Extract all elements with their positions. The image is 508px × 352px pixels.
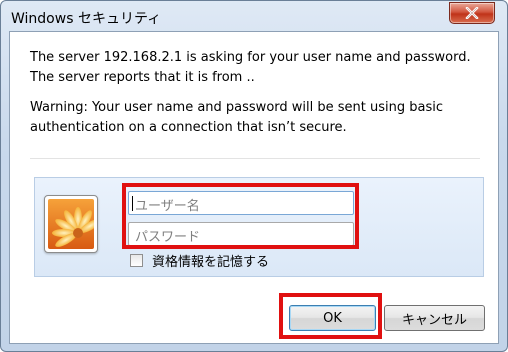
- close-icon: [465, 7, 479, 19]
- remember-checkbox[interactable]: [130, 254, 143, 267]
- title-bar: Windows セキュリティ: [1, 1, 507, 31]
- flower-user-tile-icon: [48, 199, 94, 249]
- divider: [30, 158, 480, 159]
- server-message: The server 192.168.2.1 is asking for you…: [30, 50, 471, 85]
- security-dialog: Windows セキュリティ The server 192.168.2.1 is…: [0, 0, 508, 352]
- close-button[interactable]: [449, 2, 495, 24]
- dialog-body: The server 192.168.2.1 is asking for you…: [9, 31, 499, 344]
- cancel-button[interactable]: キャンセル: [384, 305, 485, 331]
- user-tile: [44, 195, 98, 253]
- remember-label: 資格情報を記憶する: [152, 255, 270, 270]
- credential-panel: ユーザー名 パスワード 資格情報を記憶する: [34, 177, 484, 277]
- fields-highlight-box: [122, 183, 359, 249]
- dialog-title: Windows セキュリティ: [11, 11, 162, 27]
- warning-message: Warning: Your user name and password wil…: [30, 100, 443, 135]
- remember-credentials[interactable]: 資格情報を記憶する: [130, 251, 269, 270]
- ok-highlight-box: [279, 293, 382, 339]
